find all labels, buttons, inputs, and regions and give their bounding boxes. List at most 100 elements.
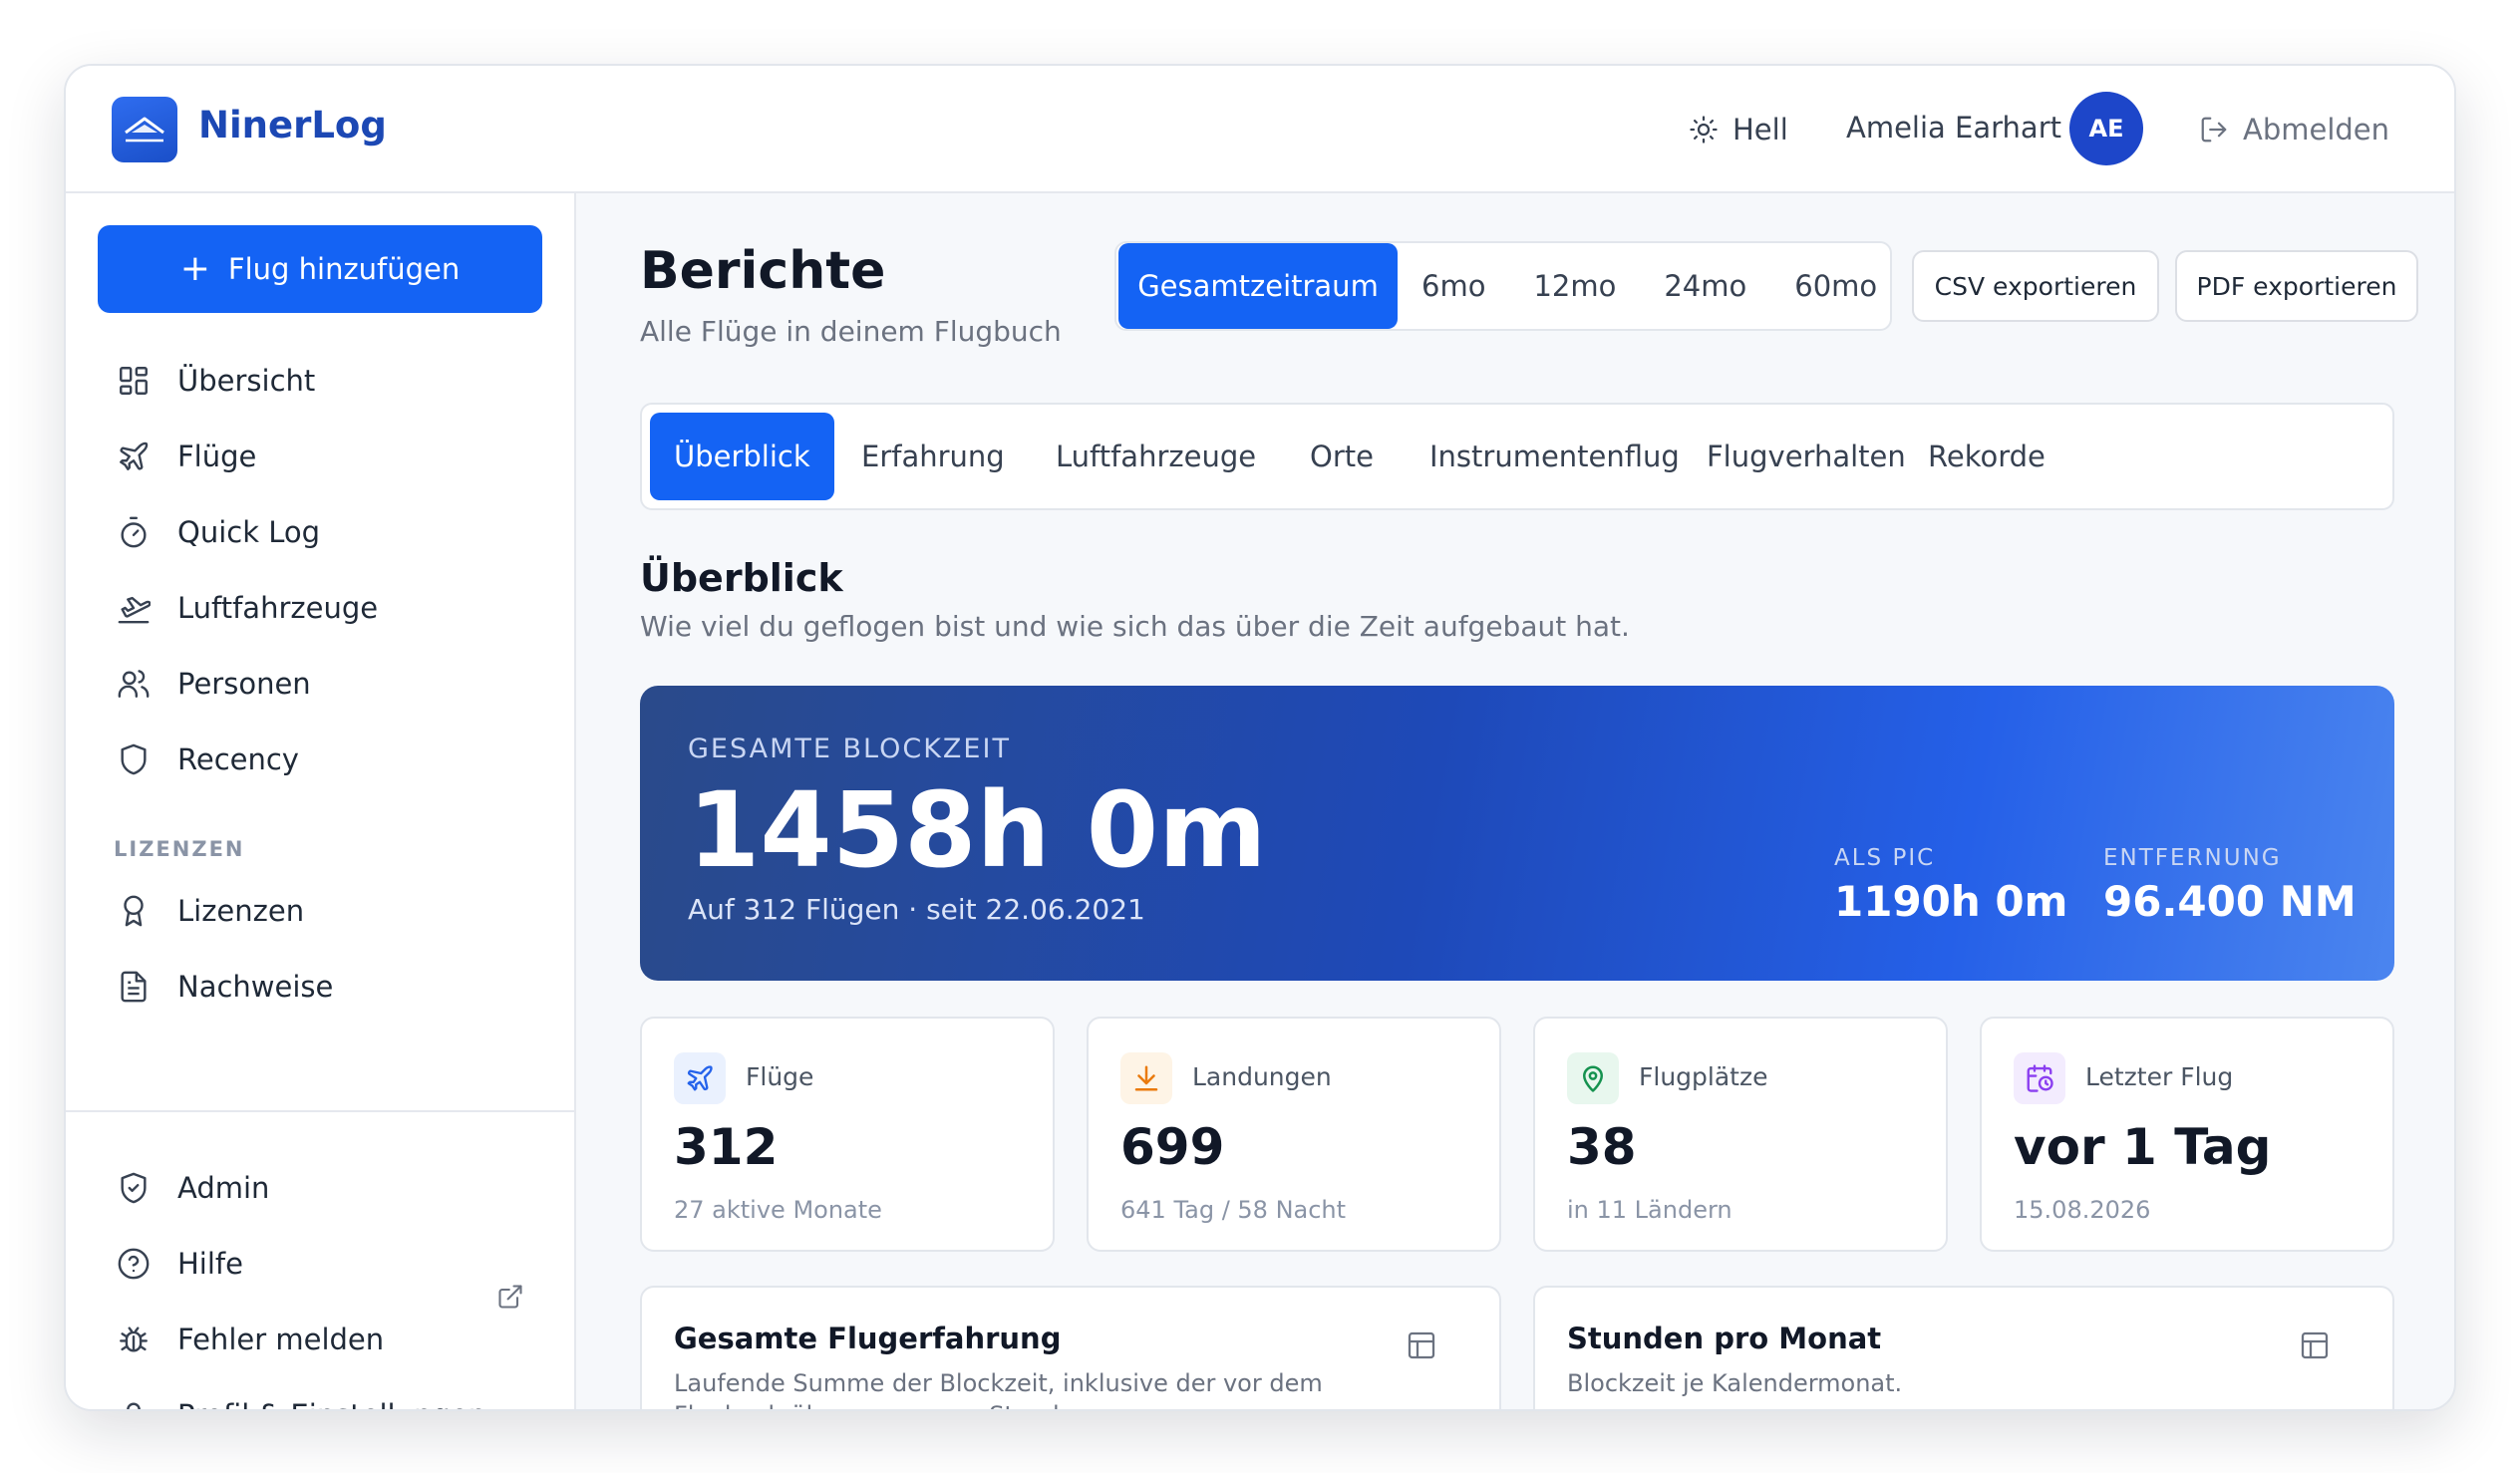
logo-icon[interactable] — [112, 97, 177, 162]
stopwatch-icon — [114, 512, 154, 552]
export-csv-button[interactable]: CSV exportieren — [1912, 250, 2159, 322]
sidebar-item-label: Personen — [177, 667, 311, 701]
range-24mo[interactable]: 24mo — [1640, 243, 1770, 329]
report-tabs: Überblick Erfahrung Luftfahrzeuge Orte I… — [640, 403, 2394, 510]
table-icon[interactable] — [1406, 1329, 1437, 1365]
sidebar-item-label: Luftfahrzeuge — [177, 591, 379, 625]
sidebar-item-label: Lizenzen — [177, 894, 305, 928]
range-all-time[interactable]: Gesamtzeitraum — [1118, 243, 1398, 329]
stat-label: Flüge — [746, 1062, 814, 1091]
hero-stat-value: 96.400 NM — [2103, 877, 2357, 926]
main-content: Berichte Alle Flüge in deinem Flugbuch G… — [576, 193, 2454, 1409]
panel-hours-per-month: Stunden pro Monat Blockzeit je Kalenderm… — [1533, 1286, 2394, 1409]
stat-label: Landungen — [1192, 1062, 1332, 1091]
sidebar-item-flights[interactable]: Flüge — [114, 431, 256, 482]
bug-icon — [114, 1320, 154, 1359]
sidebar-item-report-bug[interactable]: Fehler melden — [114, 1314, 384, 1365]
sidebar-item-overview[interactable]: Übersicht — [114, 355, 315, 407]
sidebar-item-label: Flüge — [177, 440, 257, 473]
sidebar-item-quick-log[interactable]: Quick Log — [114, 506, 320, 558]
stat-sub: in 11 Ländern — [1567, 1196, 1732, 1224]
logout-button[interactable]: Abmelden — [2199, 108, 2389, 151]
sidebar-item-recency[interactable]: Recency — [114, 734, 299, 785]
time-range-selector: Gesamtzeitraum 6mo 12mo 24mo 60mo — [1114, 241, 1892, 331]
hero-stat-label: ENTFERNUNG — [2103, 845, 2282, 871]
sun-icon — [1690, 116, 1718, 144]
stat-card-landings: Landungen 699 641 Tag / 58 Nacht — [1087, 1017, 1501, 1252]
sidebar-item-aircraft[interactable]: Luftfahrzeuge — [114, 582, 378, 634]
external-link-icon — [496, 1283, 524, 1315]
plane-icon — [674, 1052, 726, 1104]
sidebar-item-label: Hilfe — [177, 1247, 243, 1281]
sidebar-item-profile[interactable]: Profil & Einstellungen — [114, 1389, 486, 1409]
sidebar-item-label: Fehler melden — [177, 1323, 385, 1356]
section-subtitle: Wie viel du geflogen bist und wie sich d… — [640, 610, 1630, 643]
range-12mo[interactable]: 12mo — [1509, 243, 1640, 329]
add-flight-label: Flug hinzufügen — [227, 252, 461, 286]
sidebar-item-label: Quick Log — [177, 515, 321, 549]
hero-stat-value: 1190h 0m — [1834, 877, 2068, 926]
theme-toggle[interactable]: Hell — [1689, 108, 1788, 151]
tab-places[interactable]: Orte — [1310, 413, 1374, 500]
shield-icon — [114, 739, 154, 779]
sidebar-item-people[interactable]: Personen — [114, 658, 311, 710]
panel-title: Stunden pro Monat — [1567, 1322, 1882, 1355]
tab-flight-behavior[interactable]: Flugverhalten — [1707, 413, 1906, 500]
tab-instrument-flight[interactable]: Instrumentenflug — [1429, 413, 1680, 500]
brand-name[interactable]: NinerLog — [198, 104, 387, 147]
grid-icon — [114, 361, 154, 401]
user-icon — [114, 1395, 154, 1409]
sidebar-item-licenses[interactable]: Lizenzen — [114, 885, 304, 937]
hero-value: 1458h 0m — [688, 769, 1267, 891]
sidebar-item-label: Recency — [177, 742, 299, 776]
table-icon[interactable] — [2299, 1329, 2331, 1365]
stat-value: 312 — [674, 1118, 779, 1176]
add-flight-button[interactable]: + Flug hinzufügen — [98, 225, 542, 313]
stat-card-airports: Flugplätze 38 in 11 Ländern — [1533, 1017, 1948, 1252]
stat-value: 699 — [1120, 1118, 1225, 1176]
tab-overview[interactable]: Überblick — [650, 413, 834, 500]
user-name[interactable]: Amelia Earhart — [1846, 111, 2061, 145]
tab-records[interactable]: Rekorde — [1928, 413, 2046, 500]
hero-stat-pic: ALS PIC 1190h 0m — [1834, 845, 2067, 926]
panel-title: Gesamte Flugerfahrung — [674, 1322, 1062, 1355]
page-subtitle: Alle Flüge in deinem Flugbuch — [640, 315, 1062, 348]
users-icon — [114, 664, 154, 704]
avatar[interactable]: AE — [2069, 92, 2143, 165]
panel-subtitle: Laufende Summe der Blockzeit, inklusive … — [674, 1369, 1323, 1409]
stat-label: Flugplätze — [1639, 1062, 1768, 1091]
total-block-time-banner: GESAMTE BLOCKZEIT 1458h 0m Auf 312 Flüge… — [640, 686, 2394, 981]
sidebar-item-admin[interactable]: Admin — [114, 1162, 269, 1214]
sidebar-item-label: Admin — [177, 1171, 270, 1205]
tab-aircraft[interactable]: Luftfahrzeuge — [1056, 413, 1256, 500]
range-6mo[interactable]: 6mo — [1398, 243, 1509, 329]
sidebar: + Flug hinzufügen Übersicht Flüge Quick … — [66, 193, 576, 1409]
plus-icon: + — [179, 248, 210, 289]
hero-label: GESAMTE BLOCKZEIT — [688, 734, 1011, 764]
stat-card-last-flight: Letzter Flug vor 1 Tag 15.08.2026 — [1980, 1017, 2394, 1252]
range-60mo[interactable]: 60mo — [1770, 243, 1901, 329]
stat-sub: 15.08.2026 — [2014, 1196, 2151, 1224]
app-window: NinerLog Hell Amelia Earhart AE Abmelden… — [64, 64, 2456, 1411]
sidebar-item-documents[interactable]: Nachweise — [114, 961, 333, 1013]
sidebar-item-label: Übersicht — [177, 364, 316, 398]
theme-label: Hell — [1732, 113, 1788, 147]
help-circle-icon — [114, 1244, 154, 1284]
landing-icon — [1120, 1052, 1172, 1104]
stat-value: vor 1 Tag — [2014, 1118, 2272, 1176]
sidebar-item-label: Nachweise — [177, 970, 334, 1004]
panel-subtitle: Blockzeit je Kalendermonat. — [1567, 1369, 1903, 1397]
hero-stat-label: ALS PIC — [1834, 845, 1936, 871]
section-label-licenses: LIZENZEN — [114, 837, 245, 861]
logout-label: Abmelden — [2243, 113, 2390, 147]
hero-stat-distance: ENTFERNUNG 96.400 NM — [2103, 845, 2357, 926]
tab-experience[interactable]: Erfahrung — [861, 413, 1005, 500]
document-icon — [114, 967, 154, 1007]
stat-sub: 27 aktive Monate — [674, 1196, 882, 1224]
export-pdf-button[interactable]: PDF exportieren — [2175, 250, 2418, 322]
sidebar-item-help[interactable]: Hilfe — [114, 1238, 243, 1290]
section-title: Überblick — [640, 556, 843, 600]
page-title: Berichte — [640, 241, 886, 301]
stat-value: 38 — [1567, 1118, 1637, 1176]
calendar-clock-icon — [2014, 1052, 2065, 1104]
